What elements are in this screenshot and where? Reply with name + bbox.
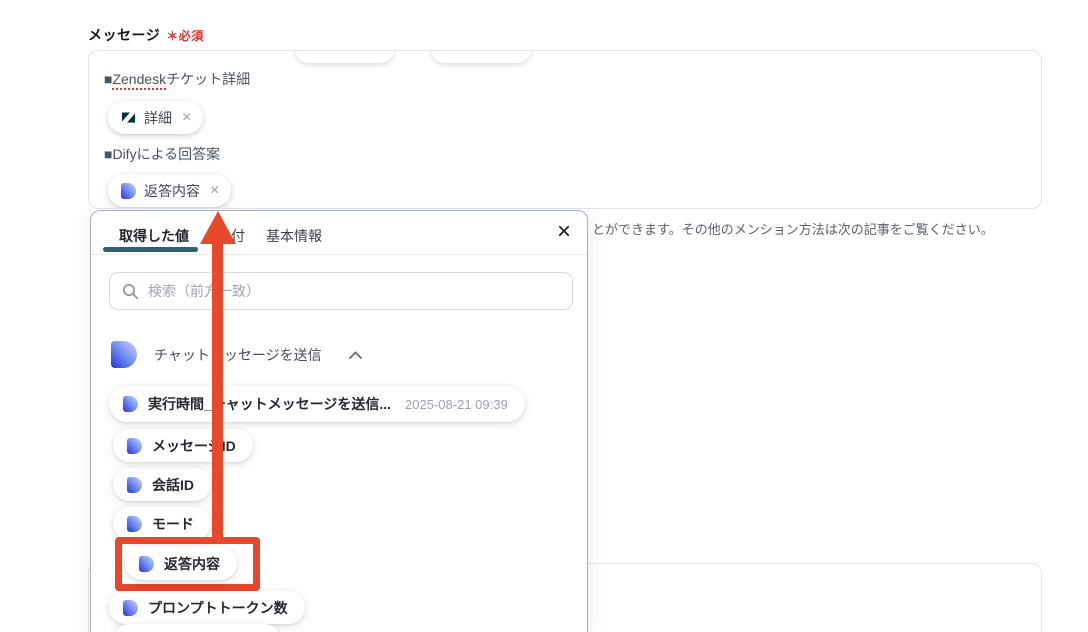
search-input[interactable] [148,283,560,299]
message-line-zendesk: ■Zendeskチケット詳細 [104,69,250,89]
field-label-text: メッセージ [88,27,160,43]
variable-pill-exec-time[interactable]: 実行時間_チャットメッセージを送信... 2025-08-21 09:39 [109,386,525,422]
variable-picker-popup: 取得した値 日付 基本情報 × チャットメッセージを送信 [90,210,588,632]
variable-pill-label: 返答内容 [164,554,220,574]
dify-icon [139,556,154,572]
dify-icon [127,438,142,454]
section-title: チャットメッセージを送信 [154,345,322,365]
chevron-up-icon[interactable] [349,351,362,359]
dify-icon [121,183,136,199]
page: メッセージ ＊必須 ■Zendeskチケット詳細 詳細 × ■Difyによる回答案… [0,0,1088,632]
variable-pill-label: モード [152,514,194,534]
annotation-highlight-rect: 返答内容 [115,537,260,591]
search-box[interactable] [109,272,573,310]
required-badge: ＊必須 [166,29,204,43]
cropped-token-chip[interactable] [431,50,531,63]
variable-pill-conversation-id[interactable]: 会話ID [113,468,211,501]
dify-icon [127,477,142,493]
token-chip-label: 返答内容 [144,181,200,201]
token-chip-zendesk-detail[interactable]: 詳細 × [108,101,203,134]
dify-icon [111,341,137,368]
helper-text: とができます。その他のメンション方法は次の記事をご覧ください。 [592,219,994,238]
tabs-divider [91,254,587,255]
variable-pill-label: プロンプトトークン数 [148,598,288,618]
active-tab-underline [103,247,198,252]
variable-pill-label: メッセージID [152,436,236,456]
cropped-token-chip[interactable] [295,50,394,63]
token-chip-dify-answer[interactable]: 返答内容 × [108,174,231,207]
variable-pill-cropped[interactable] [113,624,281,632]
variable-pill-answer-content[interactable]: 返答内容 [125,547,237,580]
zendesk-word: Zendesk [112,71,166,90]
remove-token-icon[interactable]: × [210,183,219,199]
popup-tabs: 取得した値 日付 基本情報 × [91,211,587,254]
line1-rest: チケット詳細 [166,71,250,87]
tab-basic-info[interactable]: 基本情報 [266,226,322,246]
variable-pill-value: 2025-08-21 09:39 [405,397,508,412]
annotation-arrow-shaft [212,242,223,537]
token-chip-label: 詳細 [144,108,172,128]
tab-obtained-values[interactable]: 取得した値 [119,226,189,246]
dify-icon [127,516,142,532]
zendesk-icon [121,110,136,125]
variable-pill-prompt-tokens[interactable]: プロンプトトークン数 [109,591,305,624]
section-header-send-chat-message[interactable]: チャットメッセージを送信 [111,341,362,368]
variable-pill-message-id[interactable]: メッセージID [113,429,253,462]
annotation-arrow-head [200,211,236,244]
search-icon [122,283,139,300]
dify-icon [123,396,138,412]
close-icon[interactable]: × [557,220,571,244]
variable-pill-mode[interactable]: モード [113,507,211,540]
variable-pill-label: 実行時間_チャットメッセージを送信... [148,394,391,414]
variable-pill-label: 会話ID [152,475,194,495]
field-label: メッセージ ＊必須 [88,25,204,45]
dify-icon [123,600,138,616]
message-line-dify: ■Difyによる回答案 [104,144,220,164]
remove-token-icon[interactable]: × [182,110,191,126]
message-textarea[interactable]: ■Zendeskチケット詳細 詳細 × ■Difyによる回答案 返答内容 × [88,50,1042,209]
